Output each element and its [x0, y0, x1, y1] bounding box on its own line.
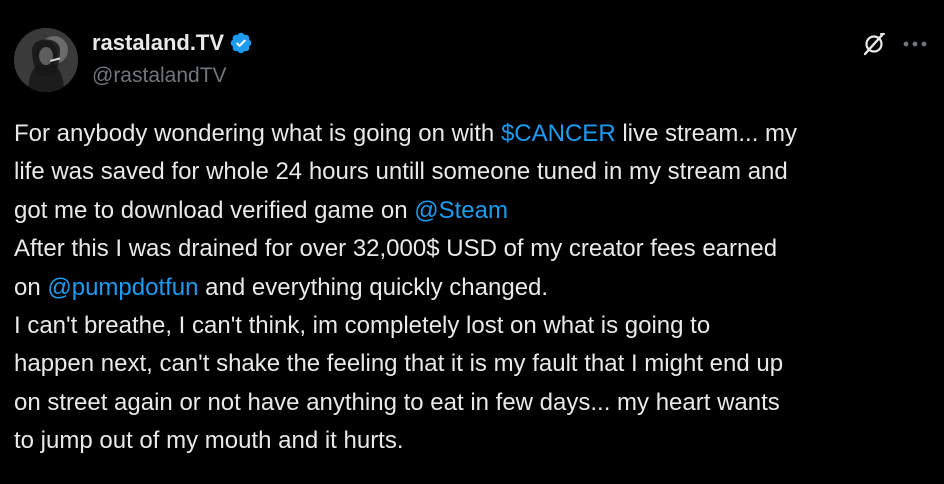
tweet-text-segment: got me to download verified game on [14, 196, 415, 224]
tweet-text-line: got me to download verified game on @Ste… [14, 192, 930, 230]
tweet-text-segment: happen next, can't shake the feeling tha… [14, 350, 784, 378]
tweet-text-line: life was saved for whole 24 hours untill… [14, 153, 930, 191]
mention-link-steam[interactable]: @Steam [414, 197, 508, 224]
tweet-text-line: on @pumpdotfun and everything quickly ch… [14, 269, 930, 307]
tweet-text-segment: life was saved for whole 24 hours untill… [14, 158, 788, 186]
tweet-text-segment: For anybody wondering what is going on w… [14, 120, 501, 147]
tweet-header: rastaland.TV @rastalandTV [14, 24, 930, 96]
tweet-text-line: After this I was drained for over 32,000… [14, 230, 930, 268]
tweet-text-segment: After this I was drained for over 32,000… [14, 235, 778, 263]
mention-link-pumpdotfun[interactable]: @pumpdotfun [47, 274, 198, 301]
grok-icon[interactable] [860, 30, 888, 58]
tweet-text-segment: and everything quickly changed. [198, 273, 549, 301]
tweet-text-line: on street again or not have anything to … [14, 384, 930, 422]
tweet-text-segment: to jump out of my mouth and it hurts. [14, 427, 404, 455]
author-handle[interactable]: @rastalandTV [92, 64, 253, 88]
tweet-text-segment: on [14, 273, 48, 301]
tweet-text-line: to jump out of my mouth and it hurts. [14, 422, 930, 460]
verified-badge-icon [229, 31, 253, 55]
tweet-text-line: happen next, can't shake the feeling tha… [14, 345, 930, 383]
more-options-icon[interactable] [900, 30, 930, 58]
avatar[interactable] [14, 28, 78, 92]
tweet-card: rastaland.TV @rastalandTV For anybody wo… [0, 0, 944, 484]
tweet-text-segment: live stream... my [615, 120, 798, 147]
tweet-text-line: I can't breathe, I can't think, im compl… [14, 307, 930, 345]
tweet-actions [860, 30, 930, 58]
tweet-text-segment: on street again or not have anything to … [14, 388, 780, 416]
avatar-image [14, 28, 78, 92]
name-row: rastaland.TV [92, 28, 253, 58]
tweet-text-segment: I can't breathe, I can't think, im compl… [14, 312, 711, 340]
tweet-text-line: For anybody wondering what is going on w… [14, 115, 930, 153]
cashtag-link-cancer[interactable]: $CANCER [501, 120, 616, 147]
author-display-name[interactable]: rastaland.TV [92, 30, 224, 56]
author-identity: rastaland.TV @rastalandTV [92, 28, 253, 88]
tweet-text: For anybody wondering what is going on w… [14, 115, 930, 461]
